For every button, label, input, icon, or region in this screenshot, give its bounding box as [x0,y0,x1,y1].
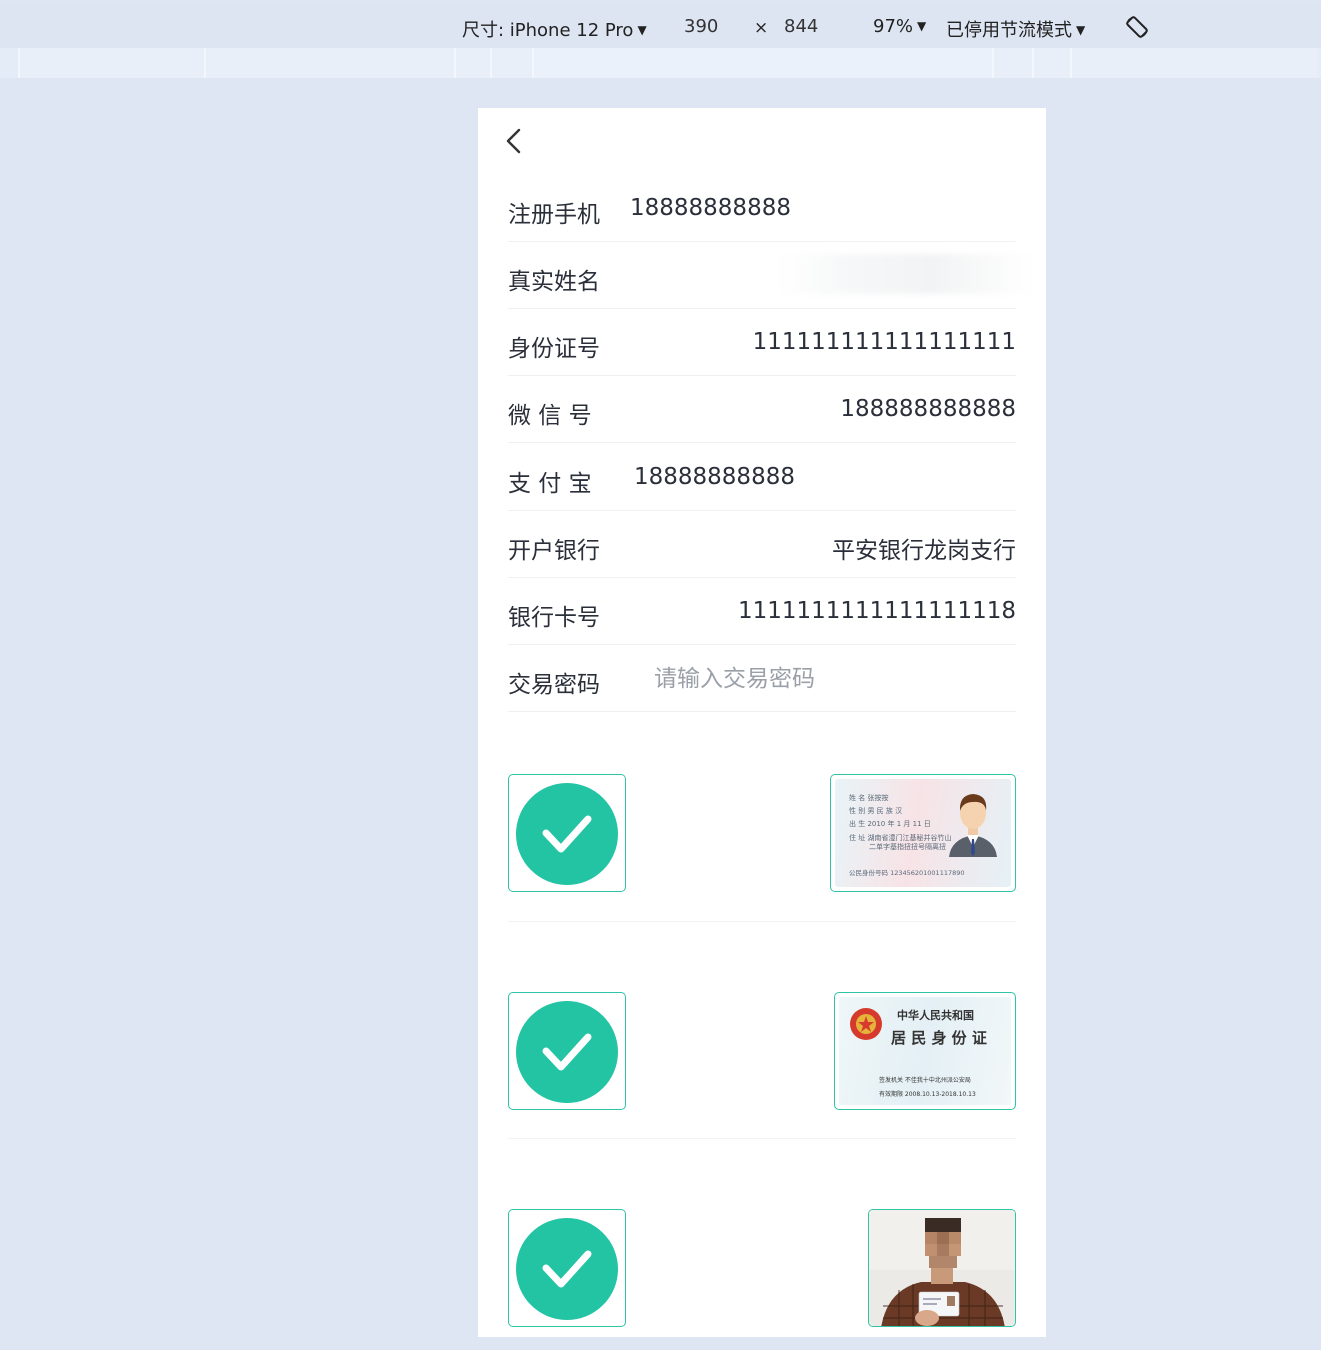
password-input[interactable] [654,659,994,699]
media-query-segment[interactable] [204,48,454,78]
dropdown-arrow-icon: ▼ [917,19,927,33]
form-row-phone: 注册手机 18888888888 [508,175,1016,242]
bank-label: 开户银行 [508,538,600,564]
upload-status-box[interactable] [508,992,626,1110]
id-card-front: 姓 名 张按按 性 别 男 民 族 汉 出 生 2010 年 1 月 11 日 … [835,779,1011,887]
form-row-idnumber: 身份证号 111111111111111111 [508,309,1016,376]
media-query-segment[interactable] [490,48,532,78]
height-input[interactable]: 844 [784,16,818,37]
id-number-line: 公民身份号码 123456201001117890 [849,869,965,877]
media-query-bar [0,48,1321,78]
id-authority-line: 签发机关 不佳我十中北州派公安局 [879,1077,971,1084]
phone-value: 18888888888 [630,195,791,221]
checkmark-icon [516,1218,618,1320]
rotate-icon[interactable] [1122,12,1152,47]
realname-label: 真实姓名 [508,269,600,295]
alipay-label: 支 付 宝 [508,471,592,497]
id-card-front-image[interactable]: 姓 名 张按按 性 别 男 民 族 汉 出 生 2010 年 1 月 11 日 … [830,774,1016,892]
device-select[interactable]: 尺寸: iPhone 12 Pro ▼ [462,16,647,42]
form-row-bank: 开户银行 平安银行龙岗支行 [508,511,1016,578]
id-birth-line: 出 生 2010 年 1 月 11 日 [849,820,931,828]
form-row-wechat: 微 信 号 188888888888 [508,376,1016,443]
phone-label: 注册手机 [508,202,600,228]
form-row-alipay: 支 付 宝 18888888888 [508,444,1016,511]
portrait-avatar-icon [949,794,997,857]
device-label: 尺寸: iPhone 12 Pro [462,20,634,41]
media-query-segment[interactable] [532,48,992,78]
devtools-toolbar: 尺寸: iPhone 12 Pro ▼ 390 × 844 97% ▼ 已停用节流模… [0,6,1321,48]
idnumber-label: 身份证号 [508,336,600,362]
bank-value: 平安银行龙岗支行 [832,538,1016,564]
width-input[interactable]: 390 [684,16,718,37]
media-query-segment[interactable] [992,48,1032,78]
password-label: 交易密码 [508,672,600,698]
media-query-segment[interactable] [1032,48,1070,78]
upload-status-box[interactable] [508,1209,626,1327]
wechat-value: 188888888888 [840,396,1016,422]
id-country-title: 中华人民共和国 [897,1009,974,1022]
id-card-back-image[interactable]: 中华人民共和国 居 民 身 份 证 签发机关 不佳我十中北州派公安局 有效期限 … [834,992,1016,1110]
media-query-segment[interactable] [18,48,204,78]
wechat-label: 微 信 号 [508,403,592,429]
id-name-line: 姓 名 张按按 [849,794,889,802]
zoom-select[interactable]: 97% ▼ [873,16,926,37]
form-row-password: 交易密码 [508,645,1016,712]
id-address-line: 二单字基指扭扭号隔离扭 [869,843,946,851]
holding-id-photo [869,1210,1015,1326]
dropdown-arrow-icon: ▼ [1076,23,1086,37]
id-sex-line: 性 别 男 民 族 汉 [849,807,903,815]
media-query-segment[interactable] [1070,48,1318,78]
checkmark-icon [516,783,618,885]
id-card-back: 中华人民共和国 居 民 身 份 证 签发机关 不佳我十中北州派公安局 有效期限 … [839,997,1011,1105]
dropdown-arrow-icon: ▼ [637,23,647,37]
alipay-value: 18888888888 [634,464,795,490]
form-row-realname: 真实姓名 [508,242,1036,309]
id-validity-line: 有效期限 2008.10.13-2018.10.13 [879,1091,976,1098]
chevron-left-icon[interactable] [500,126,530,156]
form-row-cardnumber: 银行卡号 1111111111111111118 [508,578,1016,645]
upload-row-holding-photo [508,1209,1016,1337]
throttle-label: 已停用节流模式 [946,20,1072,41]
person-holding-id-photo[interactable] [868,1209,1016,1327]
upload-row-id-back: 中华人民共和国 居 民 身 份 证 签发机关 不佳我十中北州派公安局 有效期限 … [508,992,1016,1139]
upload-row-id-front: 姓 名 张按按 性 别 男 民 族 汉 出 生 2010 年 1 月 11 日 … [508,774,1016,922]
times-icon: × [754,18,769,38]
upload-status-box[interactable] [508,774,626,892]
national-emblem-icon [850,1008,882,1040]
realname-value-blurred [776,254,1036,294]
idnumber-value: 111111111111111111 [752,329,1016,355]
checkmark-icon [516,1001,618,1103]
phone-viewport: 注册手机 18888888888 真实姓名 身份证号 1111111111111… [478,108,1046,1337]
id-card-title: 居 民 身 份 证 [891,1029,987,1047]
media-query-segment[interactable] [454,48,490,78]
cardnumber-value: 1111111111111111118 [737,598,1016,624]
zoom-label: 97% [873,16,914,37]
cardnumber-label: 银行卡号 [508,605,600,631]
throttle-select[interactable]: 已停用节流模式 ▼ [946,16,1085,42]
